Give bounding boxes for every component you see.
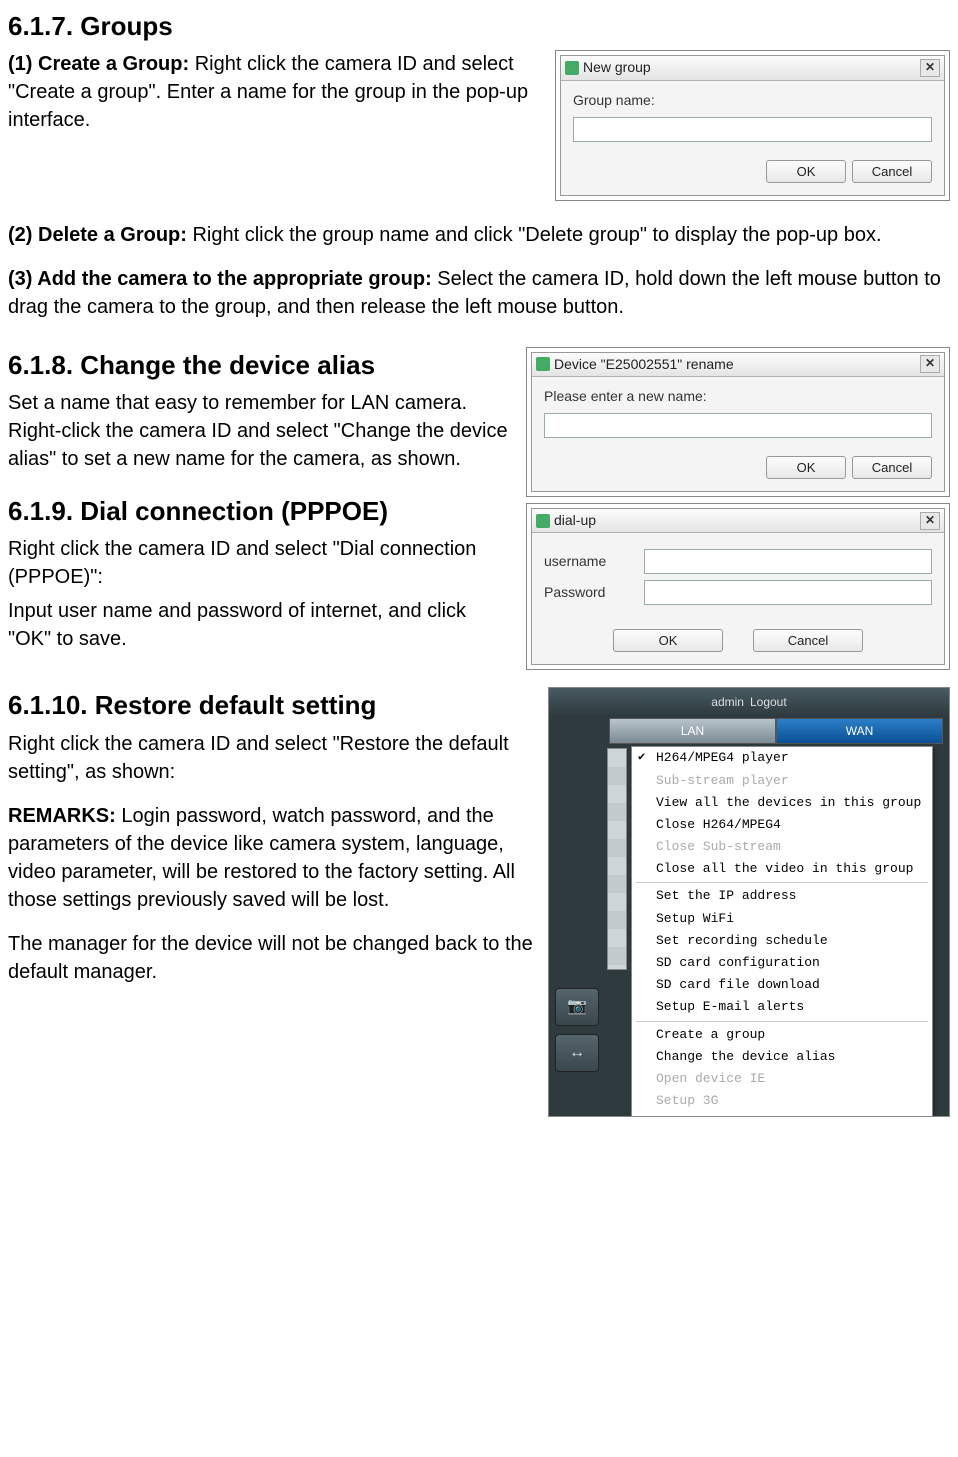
menu-item[interactable]: Close all the video in this group [632, 858, 932, 880]
username-input[interactable] [644, 549, 932, 574]
menu-separator [636, 1021, 928, 1022]
menu-item[interactable]: Set recording schedule [632, 930, 932, 952]
menu-item[interactable]: H264/MPEG4 player [632, 747, 932, 769]
close-icon[interactable]: ✕ [920, 512, 940, 530]
rename-dialog: Device "E25002551" rename ✕ Please enter… [526, 347, 950, 497]
menu-item: Setup 3G [632, 1090, 932, 1112]
p-6-1-9-2: Input user name and password of internet… [8, 597, 512, 653]
dialog-title: dial-up [554, 511, 596, 531]
p-6-1-10-1: Right click the camera ID and select "Re… [8, 730, 534, 786]
rename-label: Please enter a new name: [544, 387, 932, 407]
ok-button[interactable]: OK [613, 629, 723, 652]
ok-button[interactable]: OK [766, 456, 846, 479]
menu-item[interactable]: Close H264/MPEG4 [632, 814, 932, 836]
menu-item[interactable]: Change the device alias [632, 1046, 932, 1068]
password-label: Password [544, 583, 634, 603]
menu-item[interactable]: Create a group [632, 1024, 932, 1046]
context-menu-screenshot: admin Logout LAN WAN 📷 ↔ H264/MPEG4 play… [548, 687, 950, 1117]
block-618-619: Device "E25002551" rename ✕ Please enter… [8, 347, 950, 674]
password-input[interactable] [644, 580, 932, 605]
heading-6-1-10: 6.1.10. Restore default setting [8, 687, 534, 723]
device-list[interactable] [607, 748, 627, 970]
top-user: admin [711, 694, 744, 711]
heading-6-1-9: 6.1.9. Dial connection (PPPOE) [8, 493, 512, 529]
cancel-button[interactable]: Cancel [852, 160, 932, 183]
heading-6-1-8: 6.1.8. Change the device alias [8, 347, 512, 383]
context-menu: H264/MPEG4 playerSub-stream playerView a… [631, 746, 933, 1117]
p-6-1-10-3: The manager for the device will not be c… [8, 930, 534, 986]
p-6-1-8: Set a name that easy to remember for LAN… [8, 389, 512, 473]
swap-icon[interactable]: ↔ [555, 1034, 599, 1072]
p-6-1-10-remarks: REMARKS: Login password, watch password,… [8, 802, 534, 914]
app-icon [536, 514, 550, 528]
app-icon [565, 61, 579, 75]
username-label: username [544, 552, 634, 572]
tab-lan[interactable]: LAN [609, 718, 776, 744]
ok-button[interactable]: OK [766, 160, 846, 183]
menu-separator [636, 882, 928, 883]
section-6-1-9: 6.1.9. Dial connection (PPPOE) Right cli… [8, 493, 512, 653]
new-group-dialog: New group ✕ Group name: OK Cancel [555, 50, 950, 200]
menu-item: Close Sub-stream [632, 836, 932, 858]
dialog-title: Device "E25002551" rename [554, 355, 734, 375]
menu-item[interactable]: Setup WiFi [632, 908, 932, 930]
dialog-title: New group [583, 58, 651, 78]
top-logout[interactable]: Logout [750, 694, 787, 711]
section-6-1-7: 6.1.7. Groups New group ✕ Group name: OK… [8, 8, 950, 327]
p-6-1-7-2: (2) Delete a Group: Right click the grou… [8, 221, 950, 249]
app-icon [536, 357, 550, 371]
section-6-1-8: 6.1.8. Change the device alias Set a nam… [8, 347, 512, 473]
rename-input[interactable] [544, 413, 932, 438]
menu-item[interactable]: SD card configuration [632, 952, 932, 974]
menu-item[interactable]: View all the devices in this group [632, 792, 932, 814]
menu-item[interactable]: Setup E-mail alerts [632, 996, 932, 1018]
menu-item[interactable]: Set the IP address [632, 885, 932, 907]
tab-wan[interactable]: WAN [776, 718, 943, 744]
menu-item[interactable]: SD card file download [632, 974, 932, 996]
dialog-titlebar: New group ✕ [561, 56, 944, 81]
close-icon[interactable]: ✕ [920, 59, 940, 77]
dialog-titlebar: Device "E25002551" rename ✕ [532, 353, 944, 378]
menu-item: Open device IE [632, 1068, 932, 1090]
cancel-button[interactable]: Cancel [852, 456, 932, 479]
menu-item: Sub-stream player [632, 770, 932, 792]
menu-item: Delete remote device [632, 1112, 932, 1117]
section-6-1-10: admin Logout LAN WAN 📷 ↔ H264/MPEG4 play… [8, 687, 950, 1117]
group-name-input[interactable] [573, 117, 932, 142]
cancel-button[interactable]: Cancel [753, 629, 863, 652]
camera-icon[interactable]: 📷 [555, 988, 599, 1026]
p-6-1-9-1: Right click the camera ID and select "Di… [8, 535, 512, 591]
dialup-dialog: dial-up ✕ username Password OK Cancel [526, 503, 950, 671]
p-6-1-7-3: (3) Add the camera to the appropriate gr… [8, 265, 950, 321]
group-name-label: Group name: [573, 91, 932, 111]
heading-6-1-7: 6.1.7. Groups [8, 8, 950, 44]
close-icon[interactable]: ✕ [920, 355, 940, 373]
app-topbar: admin Logout [549, 688, 949, 716]
dialog-titlebar: dial-up ✕ [532, 509, 944, 534]
